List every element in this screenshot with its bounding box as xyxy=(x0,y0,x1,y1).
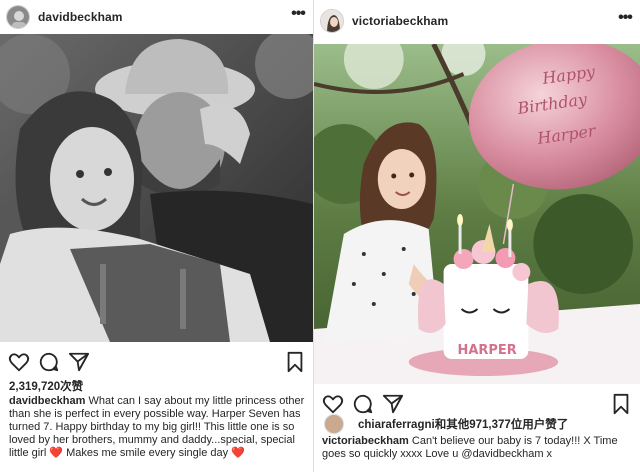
bookmark-icon[interactable] xyxy=(610,393,632,415)
likes-count[interactable]: 2,319,720次赞 xyxy=(9,378,83,394)
svg-text:HARPER: HARPER xyxy=(458,343,517,358)
caption-username[interactable]: victoriabeckham xyxy=(322,435,409,447)
post-header: davidbeckham ••• xyxy=(0,0,313,34)
heart-emoji: ❤️ xyxy=(49,447,64,459)
post-header: victoriabeckham ••• xyxy=(314,4,640,38)
heart-icon[interactable] xyxy=(322,393,344,415)
share-icon[interactable] xyxy=(382,393,404,415)
more-options-icon[interactable]: ••• xyxy=(610,10,640,29)
right-post: victoriabeckham ••• Happy Birthday Harpe… xyxy=(313,0,640,472)
liked-by-avatar xyxy=(324,414,344,434)
left-post: davidbeckham ••• 2,319,720次赞 davidbeckha… xyxy=(0,0,313,472)
post-photo[interactable] xyxy=(0,34,313,342)
action-bar xyxy=(314,390,640,418)
comment-icon[interactable] xyxy=(38,351,60,373)
post-photo[interactable]: Happy Birthday Harper HARPER xyxy=(314,44,640,384)
avatar[interactable] xyxy=(6,5,30,29)
heart-emoji: ❤️ xyxy=(231,447,245,459)
caption-text-end: Makes me smile every single day xyxy=(63,447,232,459)
liked-by-user[interactable]: chiaraferragni xyxy=(358,419,435,431)
post-caption: davidbeckham What can I say about my lit… xyxy=(9,395,305,460)
liked-by-rest: 和其他971,377位用户赞了 xyxy=(434,419,569,431)
post-caption: victoriabeckham Can't believe our baby i… xyxy=(322,435,632,461)
heart-icon[interactable] xyxy=(8,351,30,373)
share-icon[interactable] xyxy=(68,351,90,373)
liked-by[interactable]: chiaraferragni和其他971,377位用户赞了 xyxy=(324,414,569,434)
comment-icon[interactable] xyxy=(352,393,374,415)
more-options-icon[interactable]: ••• xyxy=(283,6,313,25)
caption-username[interactable]: davidbeckham xyxy=(9,395,85,407)
avatar[interactable] xyxy=(320,9,344,33)
post-username[interactable]: victoriabeckham xyxy=(352,14,610,28)
post-username[interactable]: davidbeckham xyxy=(38,10,283,24)
action-bar xyxy=(0,348,313,376)
bookmark-icon[interactable] xyxy=(284,351,306,373)
